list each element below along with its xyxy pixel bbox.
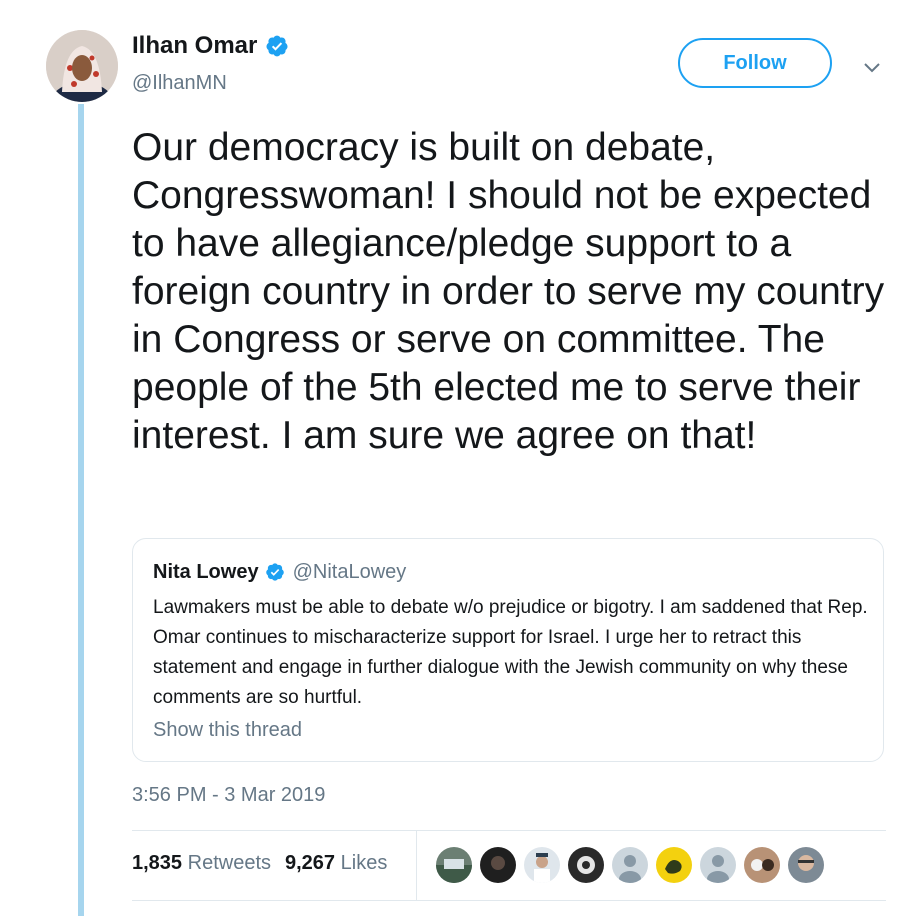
liker-avatars (436, 847, 832, 883)
liker-avatar[interactable] (524, 847, 560, 883)
verified-badge-icon (266, 35, 288, 57)
show-thread-link[interactable]: Show this thread (153, 719, 863, 742)
quoted-tweet[interactable]: Nita Lowey @NitaLowey Lawmakers must be … (132, 538, 884, 762)
default-avatar-icon[interactable] (612, 847, 648, 883)
retweets-count: 1,835 (132, 852, 183, 874)
liker-avatar[interactable] (788, 847, 824, 883)
quoted-tweet-text: Lawmakers must be able to debate w/o pre… (153, 597, 868, 708)
liker-avatar[interactable] (656, 847, 692, 883)
chevron-down-icon[interactable] (862, 58, 882, 78)
liker-avatar[interactable] (568, 847, 604, 883)
liker-avatar[interactable] (744, 847, 780, 883)
author-avatar[interactable] (46, 30, 118, 102)
default-avatar-icon[interactable] (700, 847, 736, 883)
tweet-timestamp[interactable]: 3:56 PM - 3 Mar 2019 (132, 784, 325, 807)
quoted-author-handle: @NitaLowey (292, 560, 407, 583)
tweet-stats: 1,835 Retweets 9,267 Likes (132, 852, 401, 875)
author-name[interactable]: Ilhan Omar (132, 32, 257, 60)
retweets-label: Retweets (187, 852, 271, 874)
divider (416, 831, 417, 900)
likes-label: Likes (340, 852, 388, 874)
retweets-stat[interactable]: 1,835 Retweets (132, 852, 271, 875)
quoted-author-name: Nita Lowey (153, 560, 259, 583)
author-handle[interactable]: @IlhanMN (132, 72, 227, 95)
likes-stat[interactable]: 9,267 Likes (285, 852, 387, 875)
divider (132, 900, 886, 901)
liker-avatar[interactable] (436, 847, 472, 883)
follow-button[interactable]: Follow (678, 38, 832, 88)
tweet-text: Our democracy is built on debate, Congre… (132, 126, 885, 457)
likes-count: 9,267 (285, 852, 336, 874)
liker-avatar[interactable] (480, 847, 516, 883)
verified-badge-icon (265, 563, 284, 581)
divider (132, 830, 886, 831)
thread-line (78, 104, 84, 916)
